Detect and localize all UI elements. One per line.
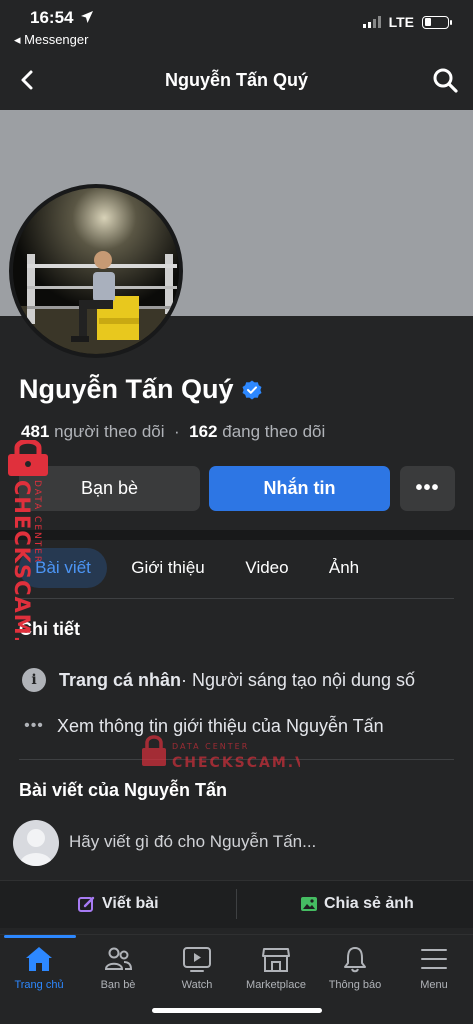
profile-name-text: Nguyễn Tấn Quý [19,374,234,404]
posts-title: Bài viết của Nguyễn Tấn [19,780,228,800]
page-category: · Người sáng tạo nội dung số [181,669,416,690]
followers-count: 481 [21,422,50,441]
status-time: 16:54 [30,8,94,28]
profile-tabs: Bài viết Giới thiệu Video Ảnh [0,544,473,594]
home-icon [26,947,52,971]
following-label[interactable]: đang theo dõi [222,422,325,441]
section-divider [0,530,473,540]
nav-notifications-label: Thông báo [328,979,382,991]
nav-menu-label: Menu [420,979,448,991]
see-about-text[interactable]: Xem thông tin giới thiệu của Nguyễn Tấn [57,716,384,737]
nav-notifications[interactable]: Thông báo [316,935,394,999]
nav-friends[interactable]: Bạn bè [79,935,157,999]
nav-watch[interactable]: Watch [158,935,236,999]
tab-video[interactable]: Video [236,548,298,588]
header-title: Nguyễn Tấn Quý [164,70,308,90]
edit-icon [78,896,95,912]
following-count: 162 [189,422,218,441]
avatar-photo [13,188,179,354]
see-about-link[interactable]: ••• Xem thông tin giới thiệu của Nguyễn … [21,713,384,739]
profile-avatar[interactable] [9,184,183,358]
watermark-mid-big: CHECKSCAM.VN [172,755,300,771]
profile-header: Nguyễn Tấn Quý [0,52,473,108]
details-divider [19,759,454,760]
nav-watch-label: Watch [181,979,213,991]
nav-home-label: Trang chủ [14,979,64,991]
stats-separator: · [174,422,180,441]
followers-label[interactable]: người theo dõi [54,422,164,441]
location-arrow-icon [81,11,94,23]
back-to-messenger-link[interactable]: ◂ Messenger [14,32,88,48]
watermark-mid: DATA CENTER CHECKSCAM.VN [140,734,320,774]
verified-badge-icon [242,380,262,399]
status-bar: 16:54 ◂ Messenger LTE [0,0,473,52]
tab-posts[interactable]: Bài viết [19,548,107,588]
more-options-button[interactable]: ••• [400,466,455,511]
nav-friends-label: Bạn bè [100,979,136,991]
share-photo-label: Chia sẻ ảnh [324,895,414,912]
write-post-label: Viết bài [102,895,159,912]
bell-icon [344,947,366,973]
battery-icon [422,15,452,29]
marketplace-icon [262,948,290,972]
details-title: Chi tiết [19,619,80,639]
friends-icon [104,947,133,970]
network-type: LTE [388,14,414,30]
composer-input[interactable]: Hãy viết gì đó cho Nguyễn Tấn... [69,832,316,852]
profile-name: Nguyễn Tấn Quý [19,374,262,405]
composer-avatar [13,820,59,866]
tab-about[interactable]: Giới thiệu [120,548,216,588]
post-action-bar: Viết bài Chia sẻ ảnh [0,880,473,928]
status-indicators: LTE [362,14,452,30]
tab-photos[interactable]: Ảnh [318,548,370,588]
home-indicator [152,1008,322,1013]
nav-home[interactable]: Trang chủ [0,935,78,999]
follow-stats: 481 người theo dõi · 162 đang theo dõi [21,422,325,442]
default-avatar-icon [20,829,52,866]
page-type-label: Trang cá nhân [59,669,182,690]
ellipsis-icon: ••• [24,717,44,734]
tabs-divider [19,598,454,599]
action-separator [236,889,237,919]
watermark-mid-small: DATA CENTER [172,742,249,751]
watch-icon [183,947,211,972]
info-icon: i [21,667,47,693]
message-button[interactable]: Nhắn tin [209,466,390,511]
write-post-button[interactable]: Viết bài [78,881,159,927]
nav-menu[interactable]: Menu [395,935,473,999]
signal-icon [362,16,381,28]
photo-icon [301,897,317,911]
menu-icon [421,949,447,969]
friends-button[interactable]: Bạn bè [19,466,200,511]
nav-marketplace-label: Marketplace [246,979,306,991]
nav-marketplace[interactable]: Marketplace [237,935,315,999]
share-photo-button[interactable]: Chia sẻ ảnh [300,881,414,927]
detail-page-type: i Trang cá nhân · Người sáng tạo nội dun… [21,667,415,693]
search-icon[interactable] [431,66,459,94]
